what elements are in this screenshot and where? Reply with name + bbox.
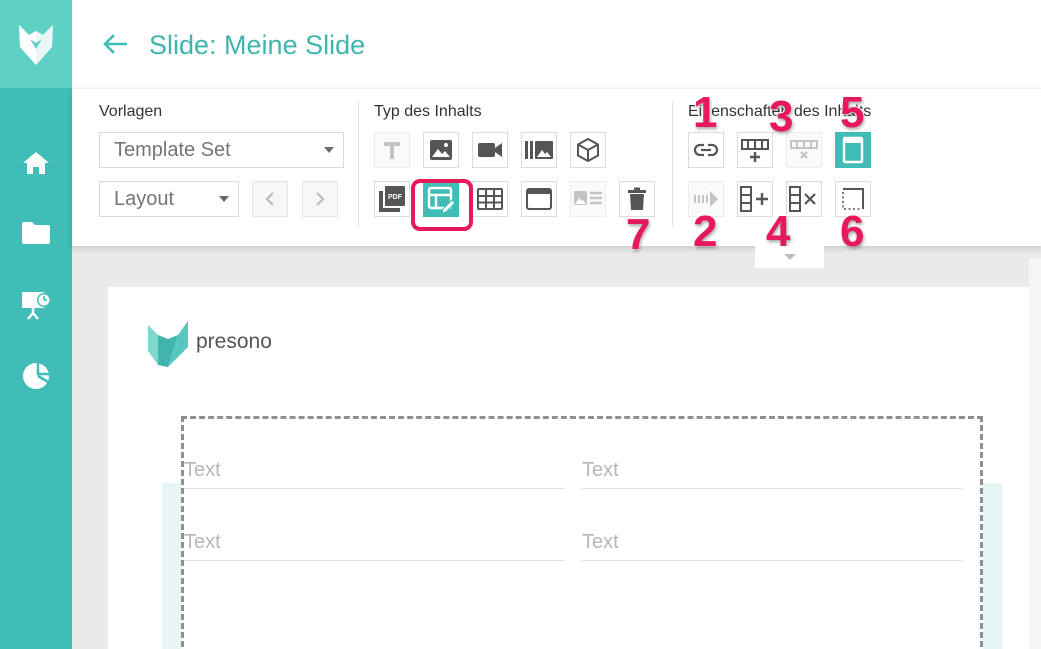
divider [672,101,673,227]
pdf-icon: PDF [379,186,405,212]
svg-text:PDF: PDF [388,194,403,201]
add-row-button[interactable] [737,132,773,168]
chevron-right-icon [316,192,325,206]
caret-down-icon [783,254,796,260]
remove-column-icon [789,186,816,212]
remove-row-icon [790,140,818,159]
link-icon [693,143,719,157]
callout-2: 2 [692,207,719,256]
text-input[interactable] [582,459,962,482]
back-button[interactable] [100,28,132,60]
sidebar-item-presentations[interactable] [0,284,72,324]
template-set-select[interactable]: Template Set [99,132,344,168]
slide-canvas: presono [108,287,1029,649]
image-icon [430,140,452,160]
text-icon [384,142,400,159]
page-title: Slide: Meine Slide [149,30,366,60]
sidebar-item-analytics[interactable] [0,356,72,396]
cube-icon [577,137,599,163]
form-field [184,433,564,489]
table-icon [477,188,503,210]
sidebar-item-home[interactable] [0,143,72,183]
section-label-typ: Typ des Inhalts [374,103,482,120]
scroll-track [1029,258,1041,649]
video-camera-icon [478,143,502,157]
brand-name: presono [196,330,272,353]
divider [358,101,359,227]
callout-5: 5 [839,88,866,137]
chevron-down-icon [324,147,334,153]
highlight-frame [411,179,473,231]
presentation-icon [22,292,51,320]
content-type-table-button[interactable] [472,181,508,217]
content-type-web-button[interactable] [521,181,557,217]
callout-3: 3 [768,92,795,141]
chevron-left-icon [265,192,274,206]
callout-1: 1 [692,88,719,137]
presono-logo-icon [148,321,188,367]
sidebar [0,0,72,649]
callout-7: 7 [625,210,652,259]
content-type-3d-button[interactable] [570,132,606,168]
arrow-left-icon [103,34,127,54]
home-icon [23,152,49,174]
form-field [184,505,564,561]
content-type-text-button[interactable] [374,132,410,168]
layout-prev-button[interactable] [252,181,288,217]
pie-chart-icon [23,363,49,389]
remove-column-button[interactable] [786,181,822,217]
background-toggle-button[interactable] [835,132,871,168]
top-bar: Slide: Meine Slide [72,0,1041,88]
callout-6: 6 [839,207,866,256]
gallery-icon [525,141,553,159]
form-field [582,505,962,561]
content-type-pdf-button[interactable]: PDF [374,181,410,217]
layout-select[interactable]: Layout [99,181,239,217]
animation-icon [694,191,718,207]
text-input[interactable] [582,531,962,554]
content-type-video-button[interactable] [472,132,508,168]
form-field [582,433,962,489]
brand-logo: presono [146,317,272,367]
content-type-contact-button[interactable] [570,181,606,217]
text-input[interactable] [184,531,564,554]
trash-icon [628,187,646,210]
content-type-image-button[interactable] [423,132,459,168]
browser-window-icon [526,188,552,210]
card-icon [842,136,864,164]
layout-value: Layout [114,187,175,210]
form-content-area[interactable] [181,416,983,649]
content-link-button[interactable] [688,132,724,168]
template-set-value: Template Set [114,138,231,161]
toolbar-collapse-toggle[interactable] [755,246,824,268]
fox-logo-icon [19,25,53,65]
content-toolbar: Vorlagen Template Set Layout Typ des Inh… [72,88,1041,258]
content-type-gallery-button[interactable] [521,132,557,168]
app-logo[interactable] [0,0,72,88]
sidebar-item-files[interactable] [0,213,72,253]
text-input[interactable] [184,459,564,482]
contact-card-icon [574,191,602,205]
add-row-icon [741,139,769,162]
chevron-down-icon [219,196,229,202]
layout-next-button[interactable] [302,181,338,217]
section-label-vorlagen: Vorlagen [99,103,163,120]
folder-icon [22,222,50,244]
